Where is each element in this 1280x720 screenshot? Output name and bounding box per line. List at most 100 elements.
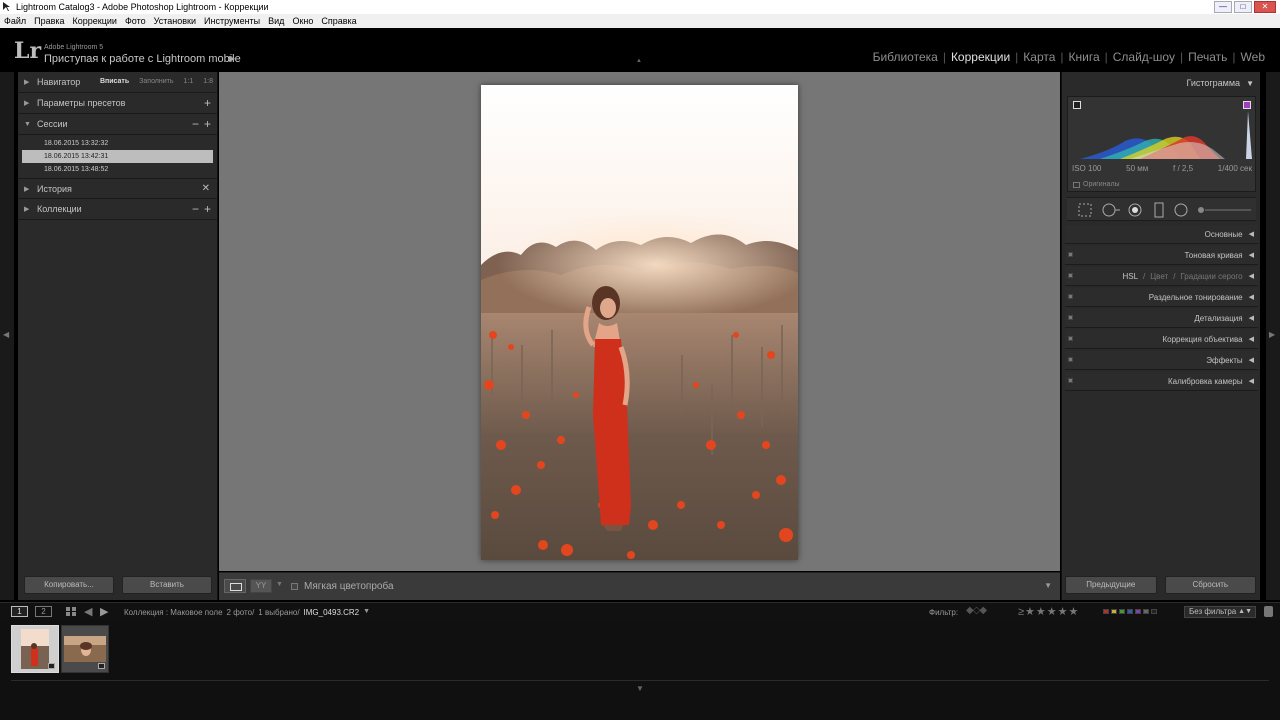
panel-switch-icon[interactable] bbox=[1068, 357, 1073, 362]
red-eye-icon[interactable] bbox=[1127, 202, 1143, 218]
loupe-view-icon[interactable] bbox=[224, 579, 246, 593]
panel-switch-icon[interactable] bbox=[1068, 378, 1073, 383]
grid-icon[interactable] bbox=[66, 607, 77, 617]
collections-header[interactable]: ▶ Коллекции − + bbox=[18, 199, 217, 220]
module-library[interactable]: Библиотека bbox=[868, 50, 943, 64]
presets-header[interactable]: ▶ Параметры пресетов + bbox=[18, 93, 217, 114]
menu-help[interactable]: Справка bbox=[321, 16, 356, 26]
arrow-right-icon[interactable]: ▶ bbox=[100, 605, 108, 618]
spot-removal-icon[interactable] bbox=[1101, 202, 1121, 218]
color-label-filter[interactable] bbox=[1103, 609, 1157, 614]
maximize-button[interactable]: □ bbox=[1234, 1, 1252, 13]
add-collection-icon[interactable]: + bbox=[204, 202, 211, 216]
flag-icon[interactable]: ◆◇◆ bbox=[966, 605, 987, 616]
label-other[interactable] bbox=[1143, 609, 1149, 614]
filmstrip-source[interactable]: Коллекция : Маковое поле 2 фото/ 1 выбра… bbox=[124, 608, 370, 617]
menu-edit[interactable]: Правка bbox=[34, 16, 64, 26]
adjustment-brush-icon[interactable] bbox=[1195, 202, 1253, 218]
section-split-toning[interactable]: Раздельное тонирование ◀ bbox=[1065, 288, 1258, 307]
panel-switch-icon[interactable] bbox=[1068, 294, 1073, 299]
arrow-left-icon[interactable]: ◀ bbox=[84, 605, 92, 618]
soft-proofing-checkbox[interactable] bbox=[291, 583, 298, 590]
label-purple[interactable] bbox=[1135, 609, 1141, 614]
menu-view[interactable]: Вид bbox=[268, 16, 284, 26]
lock-icon[interactable] bbox=[1264, 606, 1273, 617]
originals-checkbox[interactable] bbox=[1073, 181, 1080, 188]
zoom-1-8[interactable]: 1:8 bbox=[203, 78, 213, 85]
zoom-fit[interactable]: Вписать bbox=[100, 78, 129, 85]
add-session-icon[interactable]: + bbox=[204, 117, 211, 131]
filmstrip-thumbnail-selected[interactable] bbox=[11, 625, 59, 673]
tab-hsl[interactable]: HSL bbox=[1122, 272, 1138, 281]
paste-settings-button[interactable]: Вставить bbox=[122, 576, 212, 594]
module-print[interactable]: Печать bbox=[1183, 50, 1232, 64]
module-slideshow[interactable]: Слайд-шоу bbox=[1108, 50, 1180, 64]
histogram-header[interactable]: Гистограмма ▼ bbox=[1062, 72, 1260, 94]
navigator-header[interactable]: ▶ Навигатор Вписать Заполнить 1:1 1:8 bbox=[18, 72, 217, 93]
left-panel-toggle-icon[interactable]: ◀ bbox=[3, 330, 9, 339]
graduated-filter-icon[interactable] bbox=[1151, 202, 1167, 218]
module-book[interactable]: Книга bbox=[1064, 50, 1105, 64]
history-header[interactable]: ▶ История ✕ bbox=[18, 178, 217, 199]
panel-switch-icon[interactable] bbox=[1068, 252, 1073, 257]
radial-filter-icon[interactable] bbox=[1173, 202, 1189, 218]
panel-switch-icon[interactable] bbox=[1068, 273, 1073, 278]
menu-photo[interactable]: Фото bbox=[125, 16, 146, 26]
zoom-fill[interactable]: Заполнить bbox=[139, 78, 173, 85]
primary-window-button[interactable]: 1 bbox=[11, 606, 28, 617]
close-window-button[interactable]: ✕ bbox=[1254, 1, 1276, 13]
chevron-down-icon[interactable]: ▼ bbox=[276, 581, 283, 588]
reset-button[interactable]: Сбросить bbox=[1164, 576, 1256, 594]
label-blue[interactable] bbox=[1127, 609, 1133, 614]
label-green[interactable] bbox=[1119, 609, 1125, 614]
right-edge-rail[interactable]: ▶ bbox=[1266, 72, 1280, 600]
menu-file[interactable]: Файл bbox=[4, 16, 26, 26]
menu-window[interactable]: Окно bbox=[292, 16, 313, 26]
right-panel-toggle-icon[interactable]: ▶ bbox=[1269, 330, 1275, 339]
label-yellow[interactable] bbox=[1111, 609, 1117, 614]
triangle-right-icon[interactable]: ▶ bbox=[229, 54, 235, 63]
tab-grayscale[interactable]: Градации серого bbox=[1180, 272, 1242, 281]
section-detail[interactable]: Детализация ◀ bbox=[1065, 309, 1258, 328]
previous-button[interactable]: Предыдущие bbox=[1065, 576, 1157, 594]
session-item[interactable]: 18.06.2015 13:48:52 bbox=[22, 163, 213, 176]
panel-switch-icon[interactable] bbox=[1068, 315, 1073, 320]
left-edge-rail[interactable]: ◀ bbox=[0, 72, 14, 600]
module-web[interactable]: Web bbox=[1236, 50, 1270, 64]
loupe-view[interactable] bbox=[219, 72, 1060, 571]
tab-color[interactable]: Цвет bbox=[1150, 272, 1168, 281]
secondary-window-button[interactable]: 2 bbox=[35, 606, 52, 617]
copy-settings-button[interactable]: Копировать... bbox=[24, 576, 114, 594]
filter-preset-select[interactable]: Без фильтра ▲▼ bbox=[1184, 606, 1256, 618]
filmstrip-thumbnail[interactable] bbox=[61, 625, 109, 673]
add-preset-icon[interactable]: + bbox=[204, 96, 211, 110]
panel-switch-icon[interactable] bbox=[1068, 336, 1073, 341]
section-tone-curve[interactable]: Тоновая кривая ◀ bbox=[1065, 246, 1258, 265]
minimize-button[interactable]: — bbox=[1214, 1, 1232, 13]
section-camera-calibration[interactable]: Калибровка камеры ◀ bbox=[1065, 372, 1258, 391]
originals-toggle[interactable]: Оригиналы bbox=[1073, 181, 1120, 188]
section-effects[interactable]: Эффекты ◀ bbox=[1065, 351, 1258, 370]
section-lens-corrections[interactable]: Коррекция объектива ◀ bbox=[1065, 330, 1258, 349]
menu-settings[interactable]: Установки bbox=[154, 16, 196, 26]
module-map[interactable]: Карта bbox=[1018, 50, 1060, 64]
toolbar-options-icon[interactable]: ▼ bbox=[1044, 581, 1052, 590]
before-after-button[interactable]: YY bbox=[250, 579, 272, 593]
menu-develop[interactable]: Коррекции bbox=[73, 16, 117, 26]
filmstrip-toggle-icon[interactable]: ▼ bbox=[636, 684, 644, 693]
session-item-selected[interactable]: 18.06.2015 13:42:31 bbox=[22, 150, 213, 163]
section-hsl[interactable]: HSL / Цвет / Градации серого ◀ bbox=[1065, 267, 1258, 286]
label-none[interactable] bbox=[1151, 609, 1157, 614]
session-item[interactable]: 18.06.2015 13:32:32 bbox=[22, 137, 213, 150]
star-icon[interactable]: ≥★★★★★ bbox=[1018, 605, 1079, 618]
remove-collection-icon[interactable]: − bbox=[192, 202, 199, 216]
clear-history-icon[interactable]: ✕ bbox=[202, 183, 210, 194]
section-basic[interactable]: Основные ◀ bbox=[1065, 225, 1258, 244]
lr-mobile-link[interactable]: Приступая к работе с Lightroom mobile bbox=[44, 53, 241, 65]
photo-preview[interactable] bbox=[481, 85, 798, 560]
remove-session-icon[interactable]: − bbox=[192, 117, 199, 131]
label-red[interactable] bbox=[1103, 609, 1109, 614]
chevron-down-icon[interactable]: ▼ bbox=[363, 608, 370, 617]
sessions-header[interactable]: ▼ Сессии − + bbox=[18, 114, 217, 135]
crop-overlay-icon[interactable] bbox=[1077, 202, 1093, 218]
